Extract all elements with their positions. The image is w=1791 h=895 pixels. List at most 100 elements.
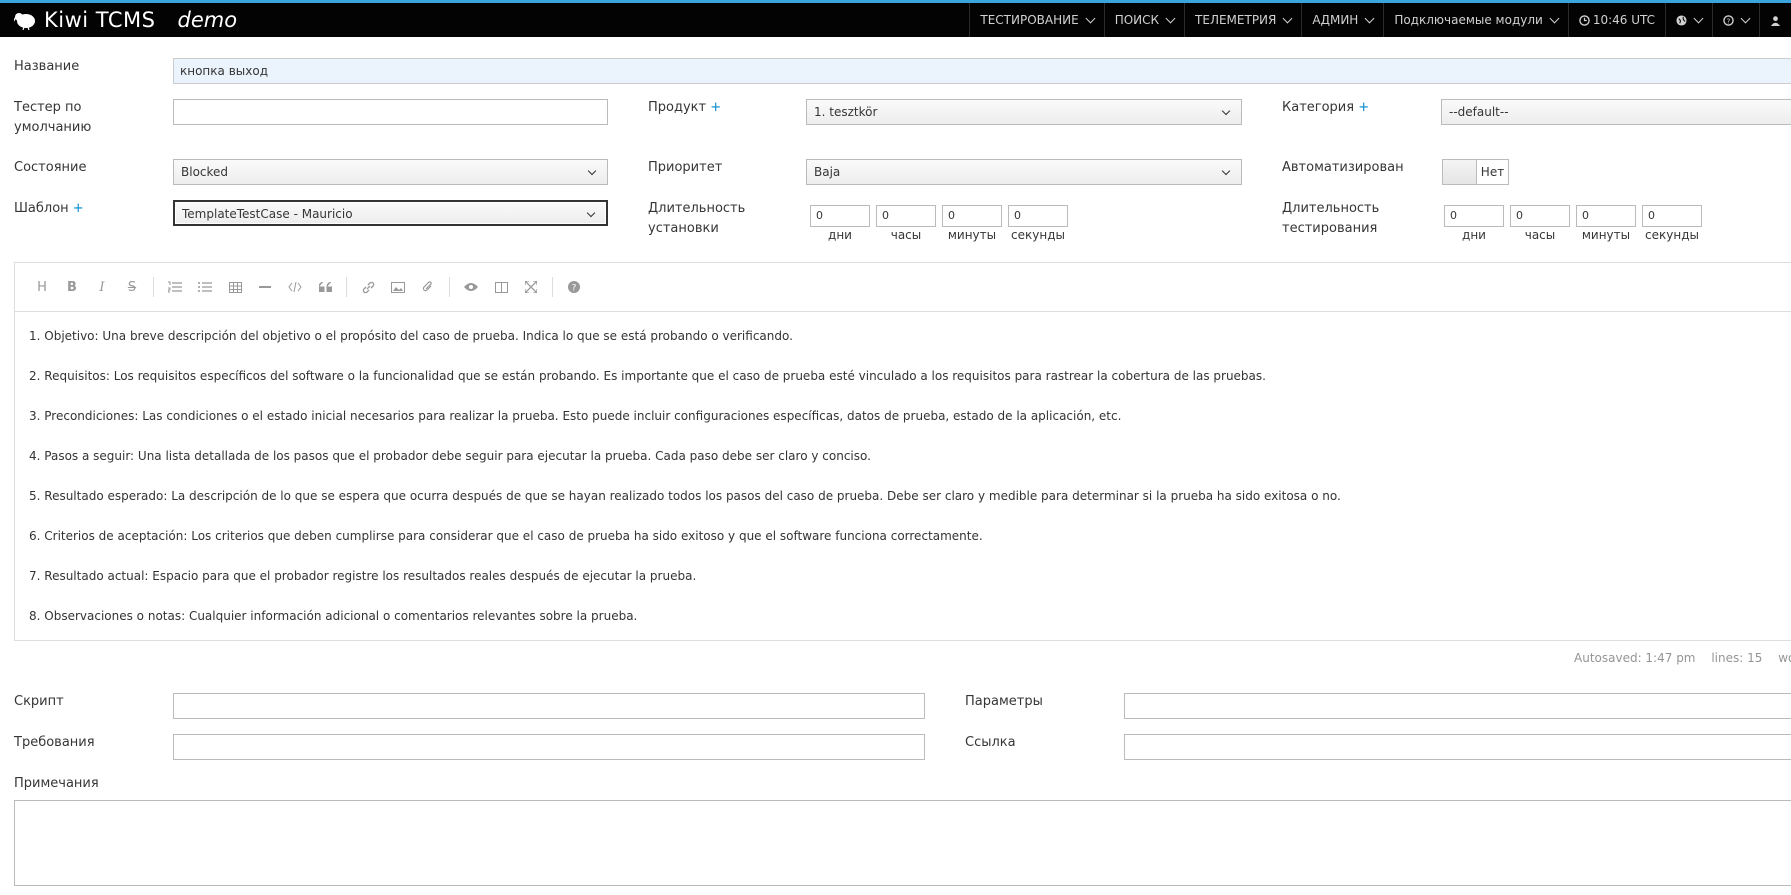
status-select[interactable]: Blocked [173, 159, 608, 185]
testing-minutes-input[interactable]: 0 [1576, 205, 1636, 227]
clock: 10:46 UTC [1567, 3, 1665, 37]
chevron-down-icon [1221, 106, 1231, 116]
heading-icon[interactable]: H [27, 272, 57, 302]
category-select[interactable]: --default-- [1441, 99, 1791, 125]
toolbar-divider [153, 277, 154, 297]
fullscreen-icon[interactable] [516, 272, 546, 302]
side-by-side-icon[interactable] [486, 272, 516, 302]
editor-line: 2. Requisitos: Los requisitos específico… [29, 369, 1266, 383]
italic-icon[interactable]: I [87, 272, 117, 302]
menu-label: ПОИСК [1114, 13, 1160, 27]
priority-label: Приоритет [648, 160, 723, 175]
bold-icon[interactable]: B [57, 272, 87, 302]
menu-telemetry[interactable]: ТЕЛЕМЕТРИЯ [1184, 3, 1301, 37]
unit-seconds: секунды [1645, 228, 1699, 242]
automated-label: Автоматизирован [1282, 160, 1404, 175]
editor-line: 3. Precondiciones: Las condiciones o el … [29, 409, 1122, 423]
chevron-down-icon [1221, 166, 1231, 176]
editor-line: 7. Resultado actual: Espacio para que el… [29, 569, 697, 583]
setup-days-input[interactable]: 0 [810, 205, 870, 227]
automated-toggle[interactable]: Нет [1442, 159, 1509, 185]
unit-seconds: секунды [1011, 228, 1065, 242]
user-menu[interactable] [1759, 3, 1791, 37]
setup-duration-label: Длительность установки [648, 201, 746, 236]
table-icon[interactable] [220, 272, 250, 302]
toggle-knob [1443, 160, 1477, 184]
help-icon[interactable]: ? [559, 272, 589, 302]
chevron-down-icon [1282, 13, 1293, 23]
globe-icon [1676, 14, 1687, 26]
top-navbar: Kiwi TCMS demo ТЕСТИРОВАНИЕ ПОИСК ТЕЛЕМЕ… [0, 0, 1791, 37]
toolbar-divider [449, 277, 450, 297]
preview-icon[interactable] [456, 272, 486, 302]
add-product-link[interactable]: + [710, 100, 721, 115]
menu-search[interactable]: ПОИСК [1103, 3, 1184, 37]
chevron-down-icon [1085, 13, 1096, 23]
toolbar-divider [552, 277, 553, 297]
help-menu[interactable]: ? [1712, 3, 1759, 37]
add-template-link[interactable]: + [73, 201, 84, 216]
template-label: Шаблон + [14, 199, 84, 219]
product-select[interactable]: 1. tesztkör [806, 99, 1242, 125]
help-icon: ? [1723, 14, 1734, 26]
image-icon[interactable] [383, 272, 413, 302]
unordered-list-icon[interactable] [190, 272, 220, 302]
template-select[interactable]: TemplateTestCase - Mauricio [173, 200, 608, 226]
user-icon [1770, 15, 1781, 26]
category-value: --default-- [1449, 105, 1509, 119]
title-input[interactable]: кнопка выход [173, 58, 1791, 84]
notes-label: Примечания [14, 776, 99, 791]
ordered-list-icon[interactable] [160, 272, 190, 302]
menu-testing[interactable]: ТЕСТИРОВАНИЕ [969, 3, 1103, 37]
default-tester-input[interactable] [173, 99, 608, 125]
setup-minutes-input[interactable]: 0 [942, 205, 1002, 227]
add-category-link[interactable]: + [1358, 100, 1369, 115]
link-label: Ссылка [965, 735, 1016, 750]
menu-label: ТЕСТИРОВАНИЕ [980, 13, 1079, 27]
template-value: TemplateTestCase - Mauricio [182, 207, 353, 221]
product-label-text: Продукт [648, 100, 707, 115]
testing-seconds-input[interactable]: 0 [1642, 205, 1702, 227]
attachment-icon[interactable] [413, 272, 443, 302]
chevron-down-icon [587, 166, 597, 176]
testing-hours-input[interactable]: 0 [1510, 205, 1570, 227]
code-icon[interactable] [280, 272, 310, 302]
words-count: words: 2 [1778, 651, 1791, 665]
chevron-down-icon [1693, 13, 1704, 23]
menu-label: Подключаемые модули [1394, 13, 1543, 27]
script-label: Скрипт [14, 694, 64, 709]
link-icon[interactable] [353, 272, 383, 302]
toolbar-divider [346, 277, 347, 297]
menu-plugins[interactable]: Подключаемые модули [1383, 3, 1568, 37]
svg-text:?: ? [1727, 16, 1731, 25]
params-label: Параметры [965, 694, 1043, 709]
chevron-down-icon [586, 208, 596, 218]
editor-text-area[interactable]: 1. Objetivo: Una breve descripción del o… [15, 312, 1791, 646]
priority-select[interactable]: Baja [806, 159, 1242, 185]
brand[interactable]: Kiwi TCMS demo [14, 3, 237, 37]
notes-textarea[interactable] [14, 800, 1791, 886]
product-value: 1. tesztkör [814, 105, 878, 119]
editor-line: 5. Resultado esperado: La descripción de… [29, 489, 1341, 503]
menu-admin[interactable]: АДМИН [1301, 3, 1383, 37]
status-value: Blocked [181, 165, 229, 179]
category-label: Категория + [1282, 98, 1369, 118]
unit-days: дни [1462, 228, 1486, 242]
params-input[interactable] [1124, 693, 1791, 719]
testing-days-input[interactable]: 0 [1444, 205, 1504, 227]
link-input[interactable] [1124, 734, 1791, 760]
clock-icon [1579, 14, 1590, 26]
script-input[interactable] [173, 693, 925, 719]
setup-hours-input[interactable]: 0 [876, 205, 936, 227]
quote-icon[interactable] [310, 272, 340, 302]
svg-text:?: ? [572, 284, 577, 294]
unit-hours: часы [890, 228, 922, 242]
strikethrough-icon[interactable]: S [117, 272, 147, 302]
requirements-input[interactable] [173, 734, 925, 760]
priority-value: Baja [814, 165, 841, 179]
horizontal-rule-icon[interactable] [250, 272, 280, 302]
brand-name: Kiwi TCMS [44, 8, 156, 32]
setup-seconds-input[interactable]: 0 [1008, 205, 1068, 227]
editor-statusbar: Autosaved: 1:47 pm lines: 15 words: 2 [1562, 651, 1791, 665]
language-menu[interactable] [1665, 3, 1712, 37]
